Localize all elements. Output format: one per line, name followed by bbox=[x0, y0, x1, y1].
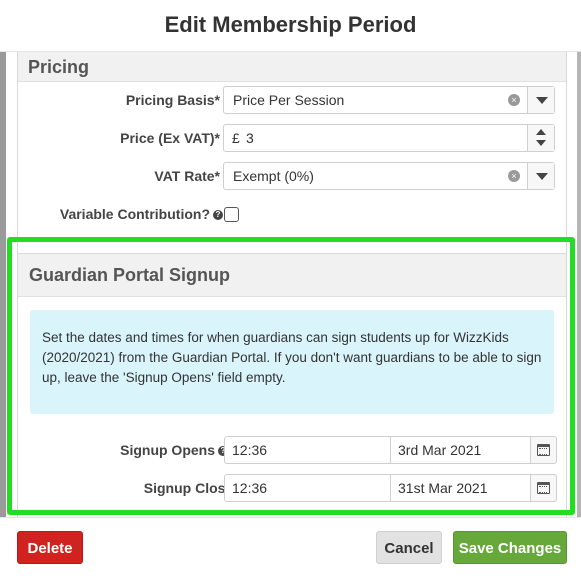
modal-body[interactable]: Pricing Pricing Basis* Price Per Session… bbox=[0, 52, 581, 517]
cancel-button[interactable]: Cancel bbox=[376, 531, 442, 564]
vat-rate-label: VAT Rate* bbox=[154, 168, 220, 184]
clear-icon[interactable]: × bbox=[508, 170, 520, 182]
stepper-icon[interactable] bbox=[527, 125, 554, 151]
modal-title: Edit Membership Period bbox=[164, 12, 417, 37]
delete-button[interactable]: Delete bbox=[17, 531, 83, 564]
clear-icon[interactable]: × bbox=[508, 94, 520, 106]
scrollbar[interactable] bbox=[577, 52, 581, 517]
currency-symbol: £ bbox=[232, 130, 240, 146]
vat-rate-select[interactable]: Exempt (0%) × bbox=[223, 162, 555, 190]
price-value: 3 bbox=[246, 130, 254, 146]
backdrop-edge-left bbox=[0, 52, 6, 517]
variable-contribution-label-wrap: Variable Contribution?? bbox=[60, 200, 223, 228]
modal-header: Edit Membership Period bbox=[0, 0, 581, 52]
help-icon[interactable]: ? bbox=[213, 210, 223, 221]
modal-footer: Delete Cancel Save Changes bbox=[0, 517, 581, 583]
pricing-basis-value: Price Per Session bbox=[233, 92, 345, 108]
chevron-down-icon[interactable] bbox=[527, 163, 554, 189]
chevron-down-icon[interactable] bbox=[527, 87, 554, 113]
variable-contribution-label: Variable Contribution? bbox=[59, 206, 210, 222]
pricing-basis-row: Pricing Basis* Price Per Session × bbox=[18, 86, 568, 116]
pricing-heading: Pricing bbox=[18, 52, 566, 82]
price-row: Price (Ex VAT)* £ 3 bbox=[18, 124, 568, 154]
vat-rate-value: Exempt (0%) bbox=[233, 168, 314, 184]
variable-contribution-checkbox[interactable] bbox=[224, 207, 239, 222]
price-label: Price (Ex VAT)* bbox=[120, 130, 220, 146]
save-changes-button[interactable]: Save Changes bbox=[453, 531, 567, 564]
vat-rate-row: VAT Rate* Exempt (0%) × bbox=[18, 162, 568, 192]
pricing-basis-select[interactable]: Price Per Session × bbox=[223, 86, 555, 114]
highlight-frame bbox=[7, 237, 575, 515]
pricing-basis-label: Pricing Basis* bbox=[125, 92, 220, 108]
price-input[interactable]: £ 3 bbox=[223, 124, 555, 152]
variable-contribution-row: Variable Contribution?? bbox=[18, 200, 568, 230]
